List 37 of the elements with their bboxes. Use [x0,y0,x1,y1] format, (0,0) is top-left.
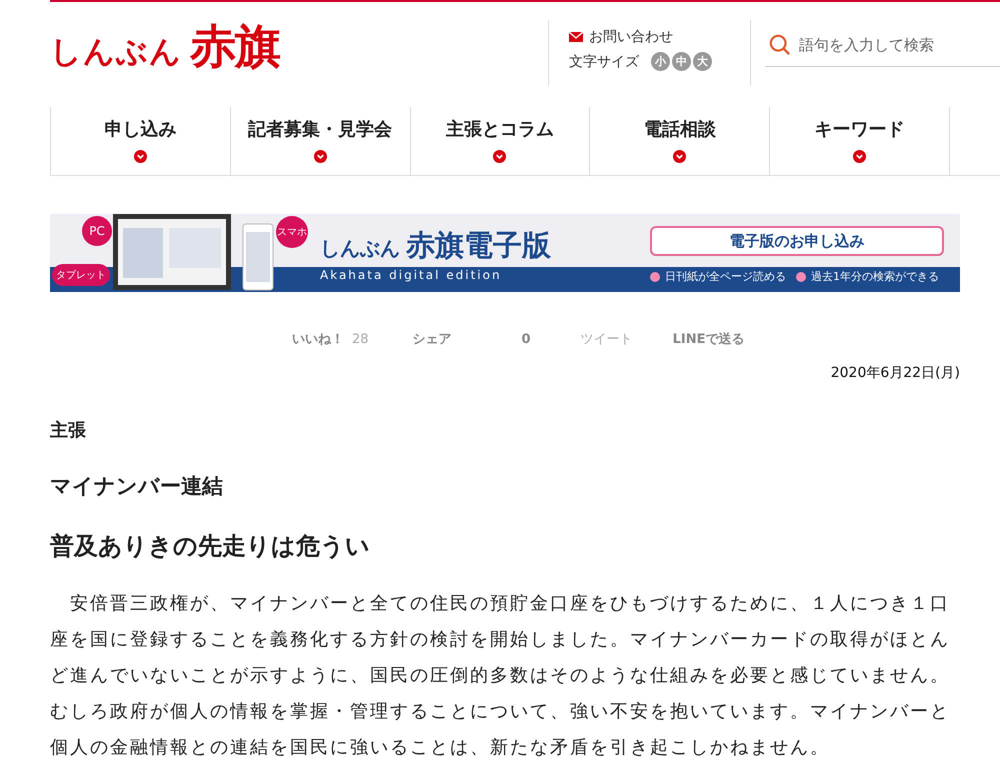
speech-bubble: スマホ [276,216,308,248]
article-category: 主張 [50,419,87,442]
ad-banner[interactable]: PC タブレット スマホ しんぶん 赤旗電子版 Akahata digital edition 電子版のお申し込み 日刊紙が全ページ読める 過去1年分の検索ができる [50,214,960,292]
share-button[interactable]: シェア [412,330,452,348]
envelope-icon [569,32,583,42]
chevron-down-icon [314,150,327,163]
contact-link[interactable]: お問い合わせ [589,28,673,46]
search-field[interactable]: 語句を入力して検索 [797,35,991,55]
article-date: 2020年6月22日(月) [830,364,960,382]
site-logo[interactable]: しんぶん 赤旗 [50,16,548,78]
feature-text: 日刊紙が全ページ読める [665,269,786,284]
like-count: 28 [352,332,369,346]
like-button[interactable]: いいね！ [292,330,344,348]
line-share-button[interactable]: LINEで送る [672,330,744,348]
speech-bubble: PC [82,216,112,246]
chevron-down-icon [853,150,866,163]
speech-bubble: タブレット [52,264,110,286]
nav-menu-item[interactable]: キーワード [769,107,949,175]
chevron-down-icon [673,150,686,163]
nav-menu-item[interactable]: 記者募集・見学会 [230,107,410,175]
chevron-down-icon [493,150,506,163]
banner-subtitle: Akahata digital edition [320,268,503,282]
article-headline: マイナンバー連結 [50,473,224,500]
feature-text: 過去1年分の検索ができる [811,269,939,284]
font-size-label: 文字サイズ [569,52,639,70]
banner-title: しんぶん 赤旗電子版 [320,227,552,262]
nav-menu-item[interactable]: 主張とコラム [410,107,590,175]
bullet-icon [650,272,660,282]
share-count: 0 [522,332,531,346]
nav-menu-item[interactable]: 電話相談 [589,107,770,175]
chevron-down-icon [134,150,147,163]
subscribe-button[interactable]: 電子版のお申し込み [650,226,944,256]
article-paragraph: 安倍晋三政権が、マイナンバーと全ての住民の預貯金口座をひもづけするために、１人につき１口座を国に登録することを義務化する方針の検討を開始しました。マイナンバーカードの取得がほとんど進んでいないことが示すように、国民の圧倒的多数はそのような仕組みを必要と感じていません。むしろ政府が個人の情報を掌握・管理することについて、強い不安を抱いています。マイナンバーと個人の金融情報との連結を国民に強いることは、新たな矛盾を引き起こしかねません。 [50,592,951,760]
search-icon [769,34,791,56]
bullet-icon [796,272,806,282]
nav-menu-item[interactable]: 申し込み [50,107,230,175]
article-subheadline: 普及ありきの先走りは危うい [50,531,371,562]
